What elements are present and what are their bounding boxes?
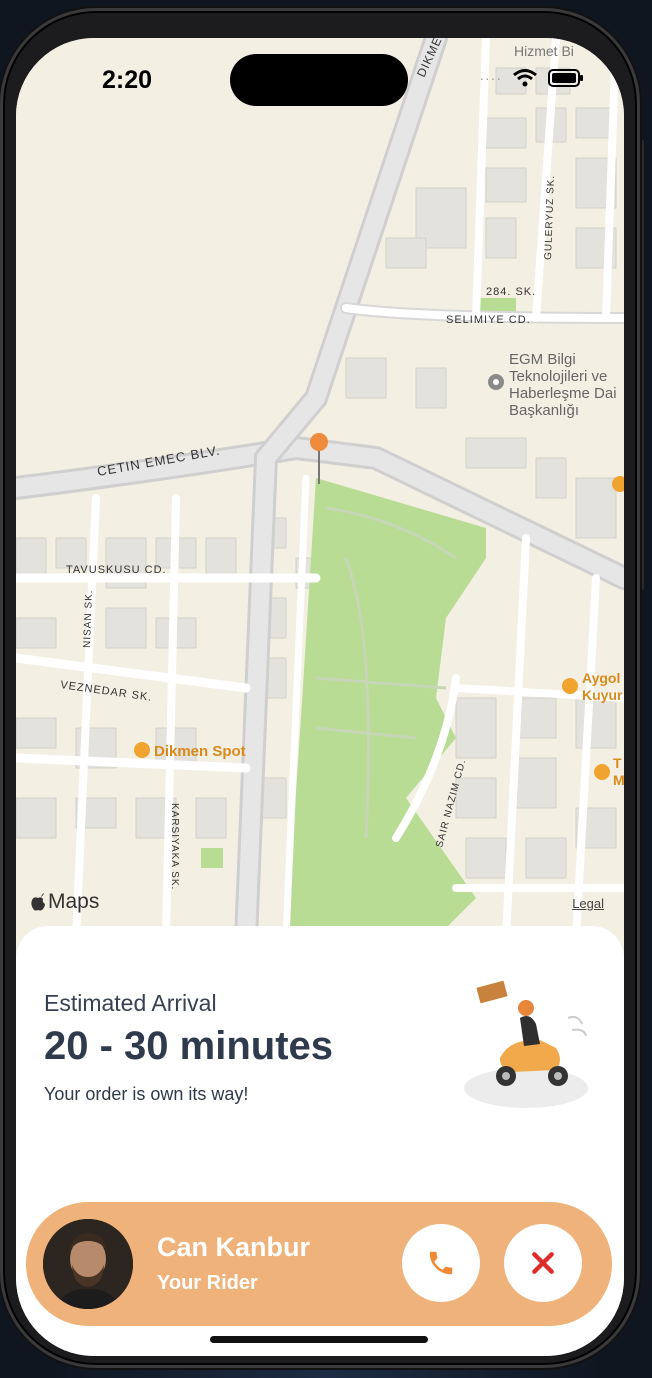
cancel-order-button[interactable] — [504, 1224, 582, 1302]
order-sheet: Estimated Arrival 20 - 30 minutes Your o… — [16, 926, 624, 1356]
svg-text:TAVUSKUSU CD.: TAVUSKUSU CD. — [66, 564, 167, 576]
svg-text:Dikmen Spot: Dikmen Spot — [154, 743, 246, 760]
rider-card: Can Kanbur Your Rider — [26, 1202, 612, 1326]
rider-role: Your Rider — [157, 1272, 258, 1294]
estimated-arrival-time: 20 - 30 minutes — [44, 1024, 334, 1068]
svg-text:SELIMIYE CD.: SELIMIYE CD. — [446, 314, 531, 326]
svg-text:KARSIYAKA SK.: KARSIYAKA SK. — [169, 803, 180, 890]
svg-text:Başkanlığı: Başkanlığı — [509, 402, 579, 419]
svg-text:Hizmet Bi: Hizmet Bi — [514, 43, 574, 59]
phone-frame: CETIN EMEC BLV. TAVUSKUSU CD. VEZNEDAR S… — [0, 8, 640, 1368]
map-canvas[interactable]: CETIN EMEC BLV. TAVUSKUSU CD. VEZNEDAR S… — [16, 38, 624, 938]
poi-dikmen-icon — [134, 742, 150, 758]
svg-text:EGM Bilgi: EGM Bilgi — [509, 351, 576, 368]
home-indicator[interactable] — [210, 1336, 428, 1343]
rider-name: Can Kanbur — [157, 1232, 311, 1262]
map-view[interactable]: CETIN EMEC BLV. TAVUSKUSU CD. VEZNEDAR S… — [16, 38, 624, 938]
call-rider-button[interactable] — [402, 1224, 480, 1302]
svg-text:Kuyur: Kuyur — [582, 687, 623, 703]
rider-avatar — [43, 1219, 133, 1309]
estimated-arrival-label: Estimated Arrival — [44, 990, 217, 1016]
phone-icon — [429, 1251, 453, 1275]
legal-link[interactable]: Legal — [572, 896, 604, 911]
battery-icon — [548, 69, 583, 87]
apple-icon — [31, 893, 45, 911]
svg-text:284. SK.: 284. SK. — [486, 286, 536, 298]
apple-maps-logo: Maps — [30, 890, 99, 914]
svg-text:M: M — [613, 772, 624, 788]
close-icon — [532, 1252, 554, 1274]
svg-text:Teknolojileri ve: Teknolojileri ve — [509, 368, 607, 385]
svg-text:T: T — [613, 755, 622, 771]
status-time: 2:20 — [102, 66, 153, 94]
delivery-scooter-illustration — [464, 980, 588, 1108]
maps-logo-text: Maps — [48, 890, 100, 913]
status-icons: ···· — [479, 68, 584, 88]
svg-text:NISAN SK.: NISAN SK. — [82, 589, 95, 648]
wifi-icon — [513, 69, 537, 87]
order-status-text: Your order is own its way! — [44, 1084, 249, 1104]
screen: CETIN EMEC BLV. TAVUSKUSU CD. VEZNEDAR S… — [16, 38, 624, 1356]
svg-text:Haberleşme Dai: Haberleşme Dai — [509, 385, 617, 402]
cellular-icon: ···· — [479, 70, 502, 86]
map-pin-icon — [310, 433, 328, 451]
svg-text:Aygol: Aygol — [582, 670, 620, 686]
dynamic-island — [230, 54, 408, 106]
